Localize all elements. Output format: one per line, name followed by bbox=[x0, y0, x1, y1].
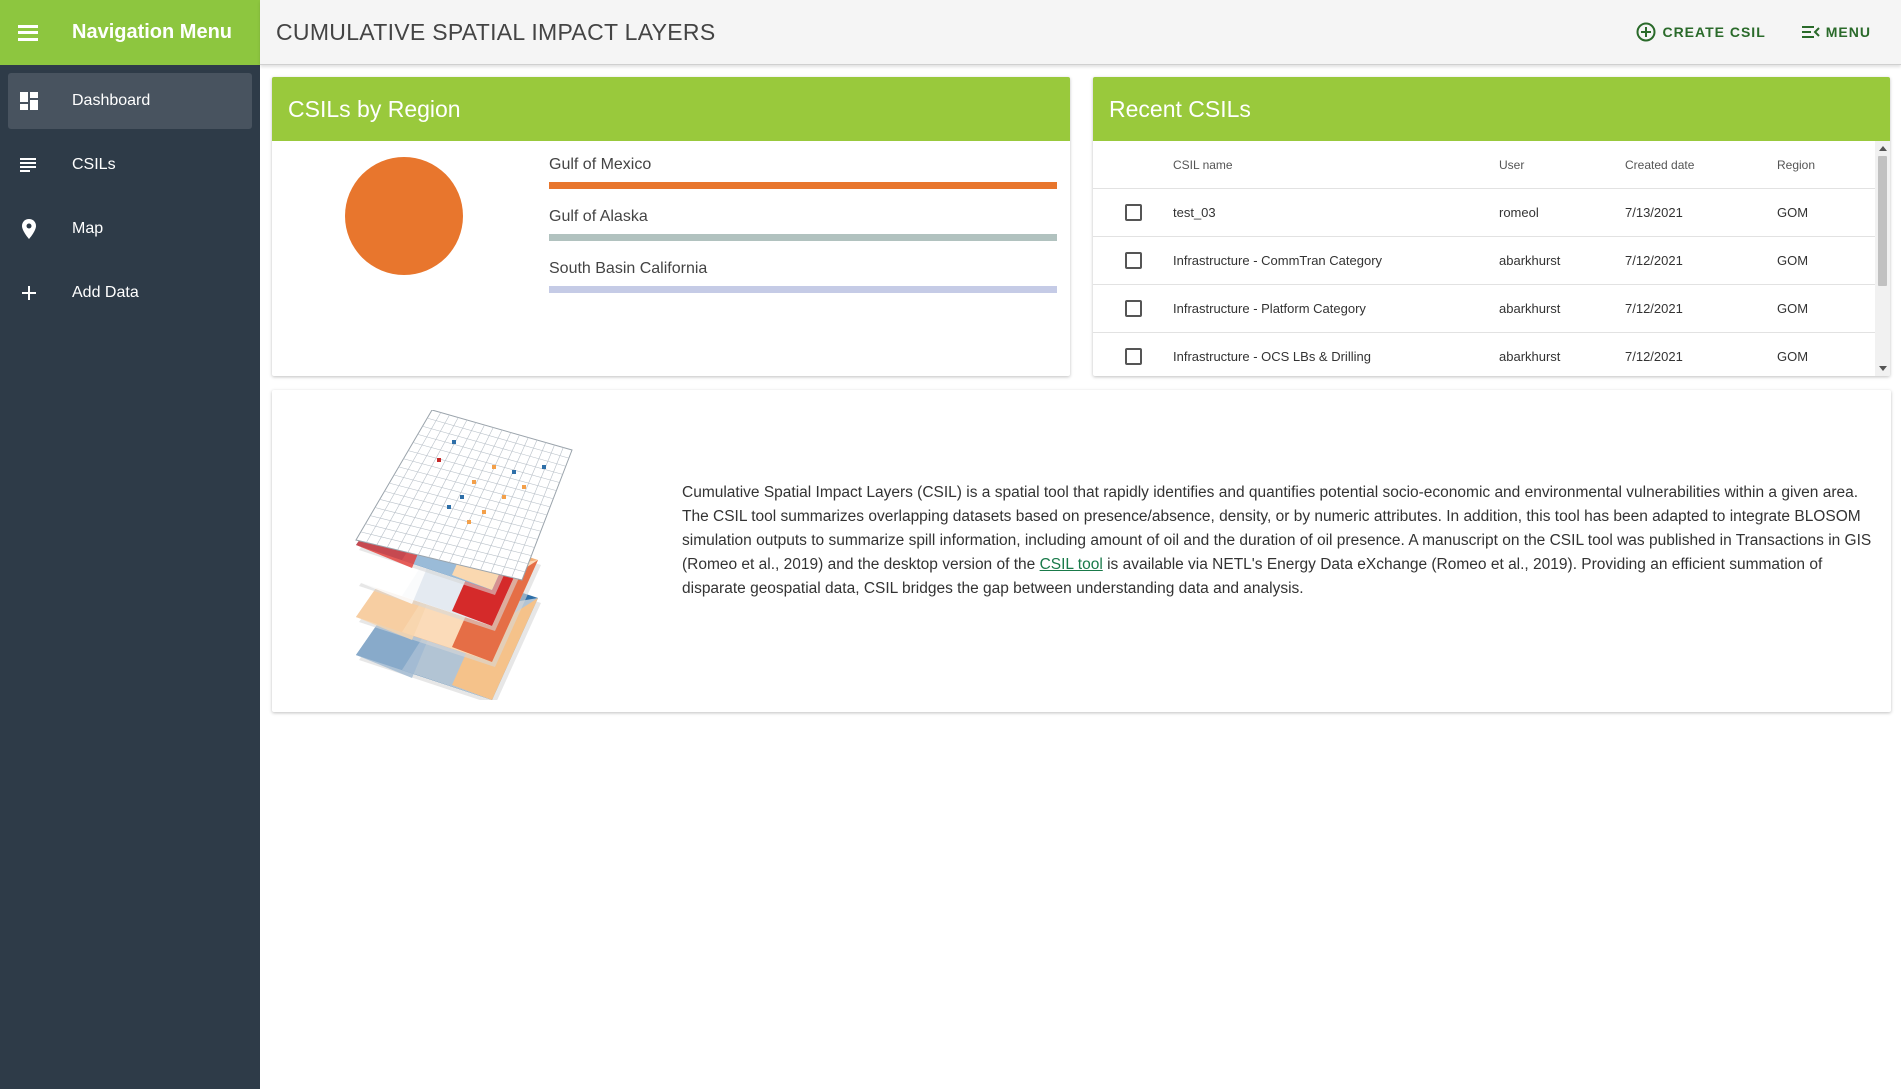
table-row[interactable]: Infrastructure - Platform Category abark… bbox=[1093, 285, 1875, 333]
region-cell: GOM bbox=[1777, 253, 1809, 268]
plus-icon bbox=[18, 282, 40, 304]
sidebar-item-add-data[interactable]: Add Data bbox=[8, 265, 252, 321]
legend-bar bbox=[549, 286, 1057, 293]
map-pin-icon bbox=[18, 218, 40, 240]
stacked-layers-illustration bbox=[342, 409, 592, 705]
pie-slice-gulf-of-mexico[interactable] bbox=[345, 157, 463, 275]
table-row[interactable]: Infrastructure - OCS LBs & Drilling abar… bbox=[1093, 333, 1875, 376]
sidebar-item-label: Map bbox=[72, 220, 104, 237]
recent-csils-card: Recent CSILs CSIL name User Created date… bbox=[1093, 77, 1890, 376]
grid-dot-shape bbox=[472, 480, 476, 484]
menu-button[interactable]: MENU bbox=[1801, 24, 1871, 40]
region-cell: GOM bbox=[1777, 205, 1809, 220]
table-scrollbar[interactable] bbox=[1875, 141, 1890, 376]
sidebar-item-map[interactable]: Map bbox=[8, 201, 252, 257]
grid-dot-shape bbox=[492, 465, 496, 469]
region-cell: GOM bbox=[1777, 349, 1809, 364]
sidebar-header: Navigation Menu bbox=[0, 0, 260, 65]
column-header[interactable]: Created date bbox=[1625, 158, 1777, 172]
menu-open-icon bbox=[1801, 26, 1820, 38]
scrollbar-thumb[interactable] bbox=[1878, 156, 1887, 286]
csil-description: Cumulative Spatial Impact Layers (CSIL) … bbox=[682, 481, 1882, 601]
user-cell: abarkhurst bbox=[1499, 301, 1561, 316]
date-cell: 7/13/2021 bbox=[1625, 205, 1683, 220]
region-cell: GOM bbox=[1777, 301, 1809, 316]
legend-label: South Basin California bbox=[549, 260, 708, 277]
table-header-row: CSIL name User Created date Region bbox=[1093, 141, 1875, 189]
grid-dot-shape bbox=[452, 440, 456, 444]
card-header: Recent CSILs bbox=[1093, 77, 1890, 141]
column-header[interactable]: CSIL name bbox=[1173, 158, 1499, 172]
user-cell: abarkhurst bbox=[1499, 253, 1561, 268]
column-header[interactable]: User bbox=[1499, 158, 1625, 172]
grid-dot-shape bbox=[502, 495, 506, 499]
legend-item[interactable]: South Basin California bbox=[549, 259, 1057, 311]
row-checkbox[interactable] bbox=[1124, 348, 1142, 365]
scroll-up-arrow-icon[interactable] bbox=[1879, 146, 1887, 151]
legend-label: Gulf of Mexico bbox=[549, 156, 652, 173]
dashboard-icon bbox=[18, 90, 40, 112]
row-checkbox[interactable] bbox=[1124, 252, 1142, 269]
csil-name-cell: test_03 bbox=[1173, 205, 1216, 220]
sidebar-item-dashboard[interactable]: Dashboard bbox=[8, 73, 252, 129]
legend-bar bbox=[549, 182, 1057, 189]
legend-item[interactable]: Gulf of Mexico bbox=[549, 155, 1057, 207]
card-header: CSILs by Region bbox=[272, 77, 1070, 141]
hamburger-icon[interactable] bbox=[18, 24, 38, 41]
csil-tool-link[interactable]: CSIL tool bbox=[1040, 556, 1103, 573]
csil-name-cell: Infrastructure - CommTran Category bbox=[1173, 253, 1383, 268]
csils-by-region-card: CSILs by Region Gulf of Mexico Gulf of A… bbox=[272, 77, 1070, 376]
menu-label: MENU bbox=[1825, 24, 1871, 40]
scroll-down-arrow-icon[interactable] bbox=[1879, 366, 1887, 371]
csil-name-cell: Infrastructure - OCS LBs & Drilling bbox=[1173, 349, 1371, 364]
legend-item[interactable]: Gulf of Alaska bbox=[549, 207, 1057, 259]
grid-dot-shape bbox=[482, 510, 486, 514]
recent-csils-table: CSIL name User Created date Region test_… bbox=[1093, 141, 1875, 376]
grid-dot-shape bbox=[437, 458, 441, 462]
date-cell: 7/12/2021 bbox=[1625, 349, 1683, 364]
grid-dot-shape bbox=[522, 485, 526, 489]
table-row[interactable]: Infrastructure - CommTran Category abark… bbox=[1093, 237, 1875, 285]
sidebar-item-csils[interactable]: CSILs bbox=[8, 137, 252, 193]
list-icon bbox=[18, 154, 40, 176]
page-title: CUMULATIVE SPATIAL IMPACT LAYERS bbox=[276, 18, 716, 45]
table-row[interactable]: test_03 romeol 7/13/2021 GOM bbox=[1093, 189, 1875, 237]
region-pie-chart bbox=[344, 156, 464, 276]
legend-bar bbox=[549, 234, 1057, 241]
csil-description-card: Cumulative Spatial Impact Layers (CSIL) … bbox=[272, 390, 1891, 712]
sidebar-item-label: Dashboard bbox=[72, 92, 151, 109]
grid-dot-shape bbox=[460, 495, 464, 499]
add-circle-icon bbox=[1636, 22, 1656, 42]
create-csil-button[interactable]: CREATE CSIL bbox=[1636, 22, 1765, 42]
region-legend: Gulf of Mexico Gulf of Alaska South Basi… bbox=[549, 155, 1057, 311]
grid-dot-shape bbox=[447, 505, 451, 509]
user-cell: romeol bbox=[1499, 205, 1539, 220]
date-cell: 7/12/2021 bbox=[1625, 253, 1683, 268]
row-checkbox[interactable] bbox=[1124, 300, 1142, 317]
create-csil-label: CREATE CSIL bbox=[1662, 24, 1766, 40]
date-cell: 7/12/2021 bbox=[1625, 301, 1683, 316]
grid-dot-shape bbox=[512, 470, 516, 474]
column-header[interactable]: Region bbox=[1777, 158, 1875, 172]
card-title: Recent CSILs bbox=[1109, 95, 1251, 122]
sidebar-title: Navigation Menu bbox=[72, 21, 233, 43]
sidebar-item-label: Add Data bbox=[72, 284, 139, 301]
legend-label: Gulf of Alaska bbox=[549, 208, 648, 225]
grid-dot-shape bbox=[542, 465, 546, 469]
sidebar-item-label: CSILs bbox=[72, 156, 116, 173]
grid-dot-shape bbox=[467, 520, 471, 524]
csil-name-cell: Infrastructure - Platform Category bbox=[1173, 301, 1366, 316]
navigation-sidebar: Navigation Menu Dashboard CSILs Map Add … bbox=[0, 0, 260, 1089]
card-title: CSILs by Region bbox=[288, 95, 461, 122]
user-cell: abarkhurst bbox=[1499, 349, 1561, 364]
row-checkbox[interactable] bbox=[1124, 204, 1142, 221]
top-bar: CUMULATIVE SPATIAL IMPACT LAYERS CREATE … bbox=[260, 0, 1901, 65]
